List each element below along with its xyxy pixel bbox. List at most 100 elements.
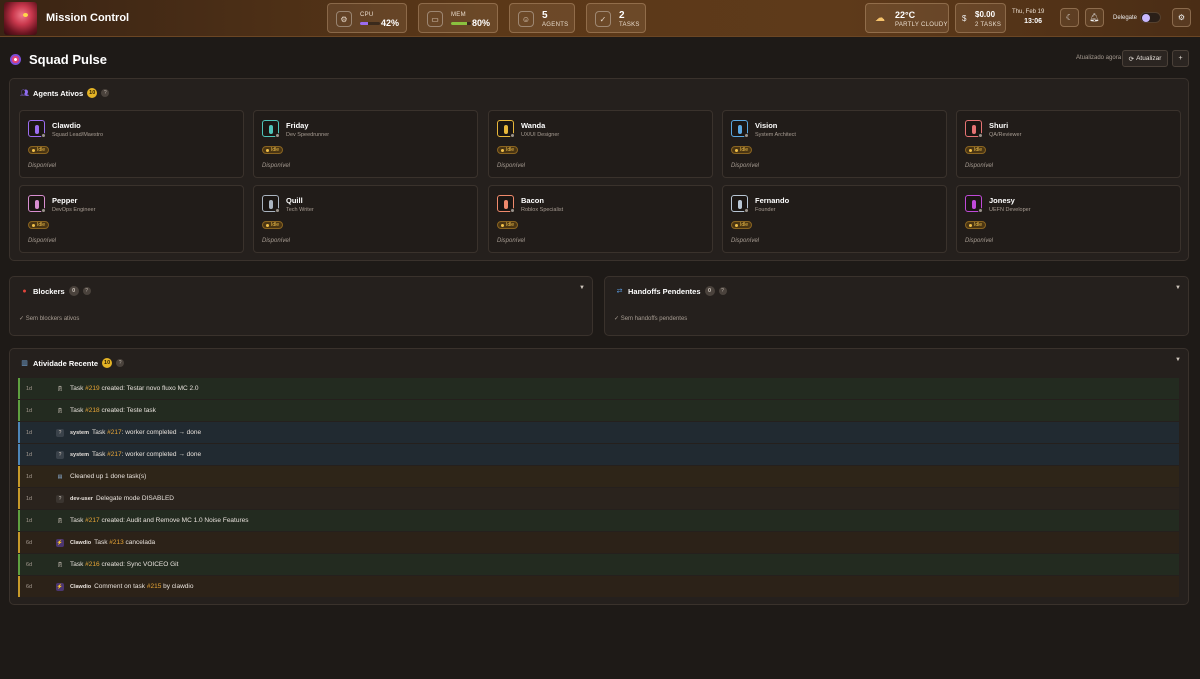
agent-card[interactable]: Jonesy UEFN Developer Idle Disponível bbox=[956, 185, 1181, 253]
delegate-toggle[interactable] bbox=[1140, 12, 1161, 23]
activity-row[interactable]: 1d? system Task #217: worker completed → d… bbox=[18, 422, 1179, 443]
delegate-label: Delegate bbox=[1113, 15, 1138, 21]
activity-row[interactable]: 6d ⚡ Clawdio Comment on task #215 by clawdi… bbox=[18, 576, 1179, 597]
agent-name: Bacon bbox=[521, 196, 544, 205]
activity-header[interactable]: ▥ Atividade Recente 10 ? bbox=[20, 357, 125, 369]
help-icon[interactable]: ? bbox=[82, 287, 91, 295]
avatar bbox=[262, 195, 280, 213]
activity-row[interactable]: 1d 📋︎ Task #217 created: Audit and Remove … bbox=[18, 510, 1179, 531]
activity-icon: 📋︎ bbox=[56, 385, 64, 392]
activity-row[interactable]: 1d 📋︎ Task #219 created: Testar novo fluxo… bbox=[18, 378, 1179, 399]
tasks-stat[interactable]: ✓ 2 TASKS bbox=[586, 3, 646, 33]
cost-widget[interactable]: $ $0.00 2 TASKS bbox=[955, 3, 1006, 33]
task-link[interactable]: #217 bbox=[107, 429, 121, 436]
agent-role: Roblox Specialist bbox=[521, 207, 564, 213]
cost-value: $0.00 bbox=[975, 10, 996, 19]
avatar bbox=[965, 120, 983, 138]
notifications-button[interactable]: 🔔︎ bbox=[1085, 8, 1104, 27]
add-button[interactable]: + bbox=[1172, 50, 1189, 67]
agent-card[interactable]: Shuri QA/Reviewer Idle Disponível bbox=[956, 110, 1181, 178]
avatar bbox=[497, 120, 515, 138]
activity-text: Task #217: worker completed → done bbox=[91, 429, 202, 436]
agent-role: System Architect bbox=[755, 132, 796, 138]
agent-card[interactable]: Clawdio Squad Lead/Maestro Idle Disponível bbox=[19, 110, 244, 178]
activity-age: 1d bbox=[26, 517, 33, 524]
activity-text: Task #216 created: Sync VOICEO Git bbox=[70, 561, 179, 568]
agent-card[interactable]: Quill Tech Writer Idle Disponível bbox=[253, 185, 478, 253]
task-link[interactable]: #217 bbox=[107, 451, 121, 458]
activity-text: Cleaned up 1 done task(s) bbox=[70, 473, 147, 480]
agent-role: UX/UI Designer bbox=[521, 132, 560, 138]
dollar-icon: $ bbox=[962, 14, 967, 23]
help-icon[interactable]: ? bbox=[116, 359, 125, 367]
cpu-stat[interactable]: ⚙ CPU 42% bbox=[327, 3, 407, 33]
activity-age: 1d bbox=[26, 451, 33, 458]
activity-row[interactable]: 6d ⚡ Clawdio Task #213 cancelada bbox=[18, 532, 1179, 553]
theme-toggle-button[interactable]: ☾ bbox=[1060, 8, 1079, 27]
agent-card[interactable]: Fernando Founder Idle Disponível bbox=[722, 185, 947, 253]
chevron-down-icon[interactable]: ▼ bbox=[579, 285, 585, 291]
task-link[interactable]: #218 bbox=[85, 407, 99, 414]
availability-text: Disponível bbox=[262, 238, 291, 244]
settings-button[interactable]: ⚙ bbox=[1172, 8, 1191, 27]
agents-count-badge: 10 bbox=[87, 88, 98, 98]
agent-card[interactable]: Vision System Architect Idle Disponível bbox=[722, 110, 947, 178]
agents-stat[interactable]: ☺ 5 AGENTS bbox=[509, 3, 575, 33]
status-badge: Idle bbox=[965, 221, 987, 229]
status-label: Idle bbox=[506, 222, 515, 228]
blockers-count-badge: 0 bbox=[68, 286, 79, 296]
arrows-icon: ⇄ bbox=[616, 288, 623, 295]
updated-status: Atualizado agora bbox=[1076, 55, 1122, 61]
activity-age: 1d bbox=[26, 473, 33, 480]
cpu-icon: ⚙ bbox=[336, 11, 352, 27]
handoffs-count-badge: 0 bbox=[704, 286, 715, 296]
agent-name: Shuri bbox=[989, 121, 1009, 130]
blockers-header[interactable]: ● Blockers 0 ? bbox=[20, 285, 91, 297]
agents-count: 5 bbox=[542, 10, 548, 21]
activity-icon: ? bbox=[56, 450, 64, 459]
tasks-count: 2 bbox=[619, 10, 625, 21]
task-link[interactable]: #215 bbox=[147, 583, 161, 590]
status-badge: Idle bbox=[262, 221, 284, 229]
activity-text: Comment on task #215 by clawdio bbox=[94, 583, 194, 590]
handoffs-header[interactable]: ⇄ Handoffs Pendentes 0 ? bbox=[615, 285, 727, 297]
agent-role: Dev Speedrunner bbox=[286, 132, 330, 138]
users-icon: ☺ bbox=[518, 11, 534, 27]
task-link[interactable]: #217 bbox=[85, 517, 99, 524]
agent-card[interactable]: Wanda UX/UI Designer Idle Disponível bbox=[488, 110, 713, 178]
chevron-down-icon[interactable]: ▼ bbox=[1175, 285, 1181, 291]
activity-icon: ⚡ bbox=[56, 538, 64, 547]
refresh-button[interactable]: ⟳ Atualizar bbox=[1122, 50, 1168, 67]
activity-title: Atividade Recente bbox=[33, 358, 99, 368]
activity-icon: ▤ bbox=[57, 473, 63, 480]
help-icon[interactable]: ? bbox=[718, 287, 727, 295]
help-icon[interactable]: ? bbox=[101, 89, 110, 97]
activity-actor: system bbox=[70, 429, 89, 436]
activity-count-badge: 10 bbox=[102, 358, 113, 368]
agent-name: Clawdio bbox=[52, 121, 81, 130]
activity-text: Task #217 created: Audit and Remove MC 1… bbox=[70, 517, 249, 524]
agent-card[interactable]: Bacon Roblox Specialist Idle Disponível bbox=[488, 185, 713, 253]
task-link[interactable]: #213 bbox=[109, 539, 123, 546]
chevron-down-icon[interactable]: ▼ bbox=[1175, 357, 1181, 363]
presence-dot bbox=[744, 208, 749, 213]
task-link[interactable]: #216 bbox=[85, 561, 99, 568]
agent-card[interactable]: Friday Dev Speedrunner Idle Disponível bbox=[253, 110, 478, 178]
activity-row[interactable]: 1d? system Task #217: worker completed → d… bbox=[18, 444, 1179, 465]
activity-row[interactable]: 1d ▤ Cleaned up 1 done task(s) bbox=[18, 466, 1179, 487]
clock-date: Thu, Feb 19 bbox=[1012, 9, 1045, 15]
weather-desc: PARTLY CLOUDY bbox=[895, 22, 948, 28]
agents-label: AGENTS bbox=[542, 22, 569, 28]
weather-widget[interactable]: ☁ 22°C PARTLY CLOUDY bbox=[865, 3, 949, 33]
activity-row[interactable]: 6d 📋︎ Task #216 created: Sync VOICEO Git bbox=[18, 554, 1179, 575]
agent-card[interactable]: Pepper DevOps Engineer Idle Disponível bbox=[19, 185, 244, 253]
agents-panel-title: Agents Ativos bbox=[33, 88, 84, 98]
avatar bbox=[731, 195, 749, 213]
mem-stat[interactable]: ▭ MEM 80% bbox=[418, 3, 498, 33]
activity-row[interactable]: 1d 📋︎ Task #218 created: Teste task bbox=[18, 400, 1179, 421]
activity-text: Task #218 created: Teste task bbox=[70, 407, 156, 414]
agent-role: UEFN Developer bbox=[989, 207, 1031, 213]
task-link[interactable]: #219 bbox=[85, 385, 99, 392]
activity-row[interactable]: 1d? dev-user Delegate mode DISABLED bbox=[18, 488, 1179, 509]
cpu-label: CPU bbox=[360, 12, 374, 18]
